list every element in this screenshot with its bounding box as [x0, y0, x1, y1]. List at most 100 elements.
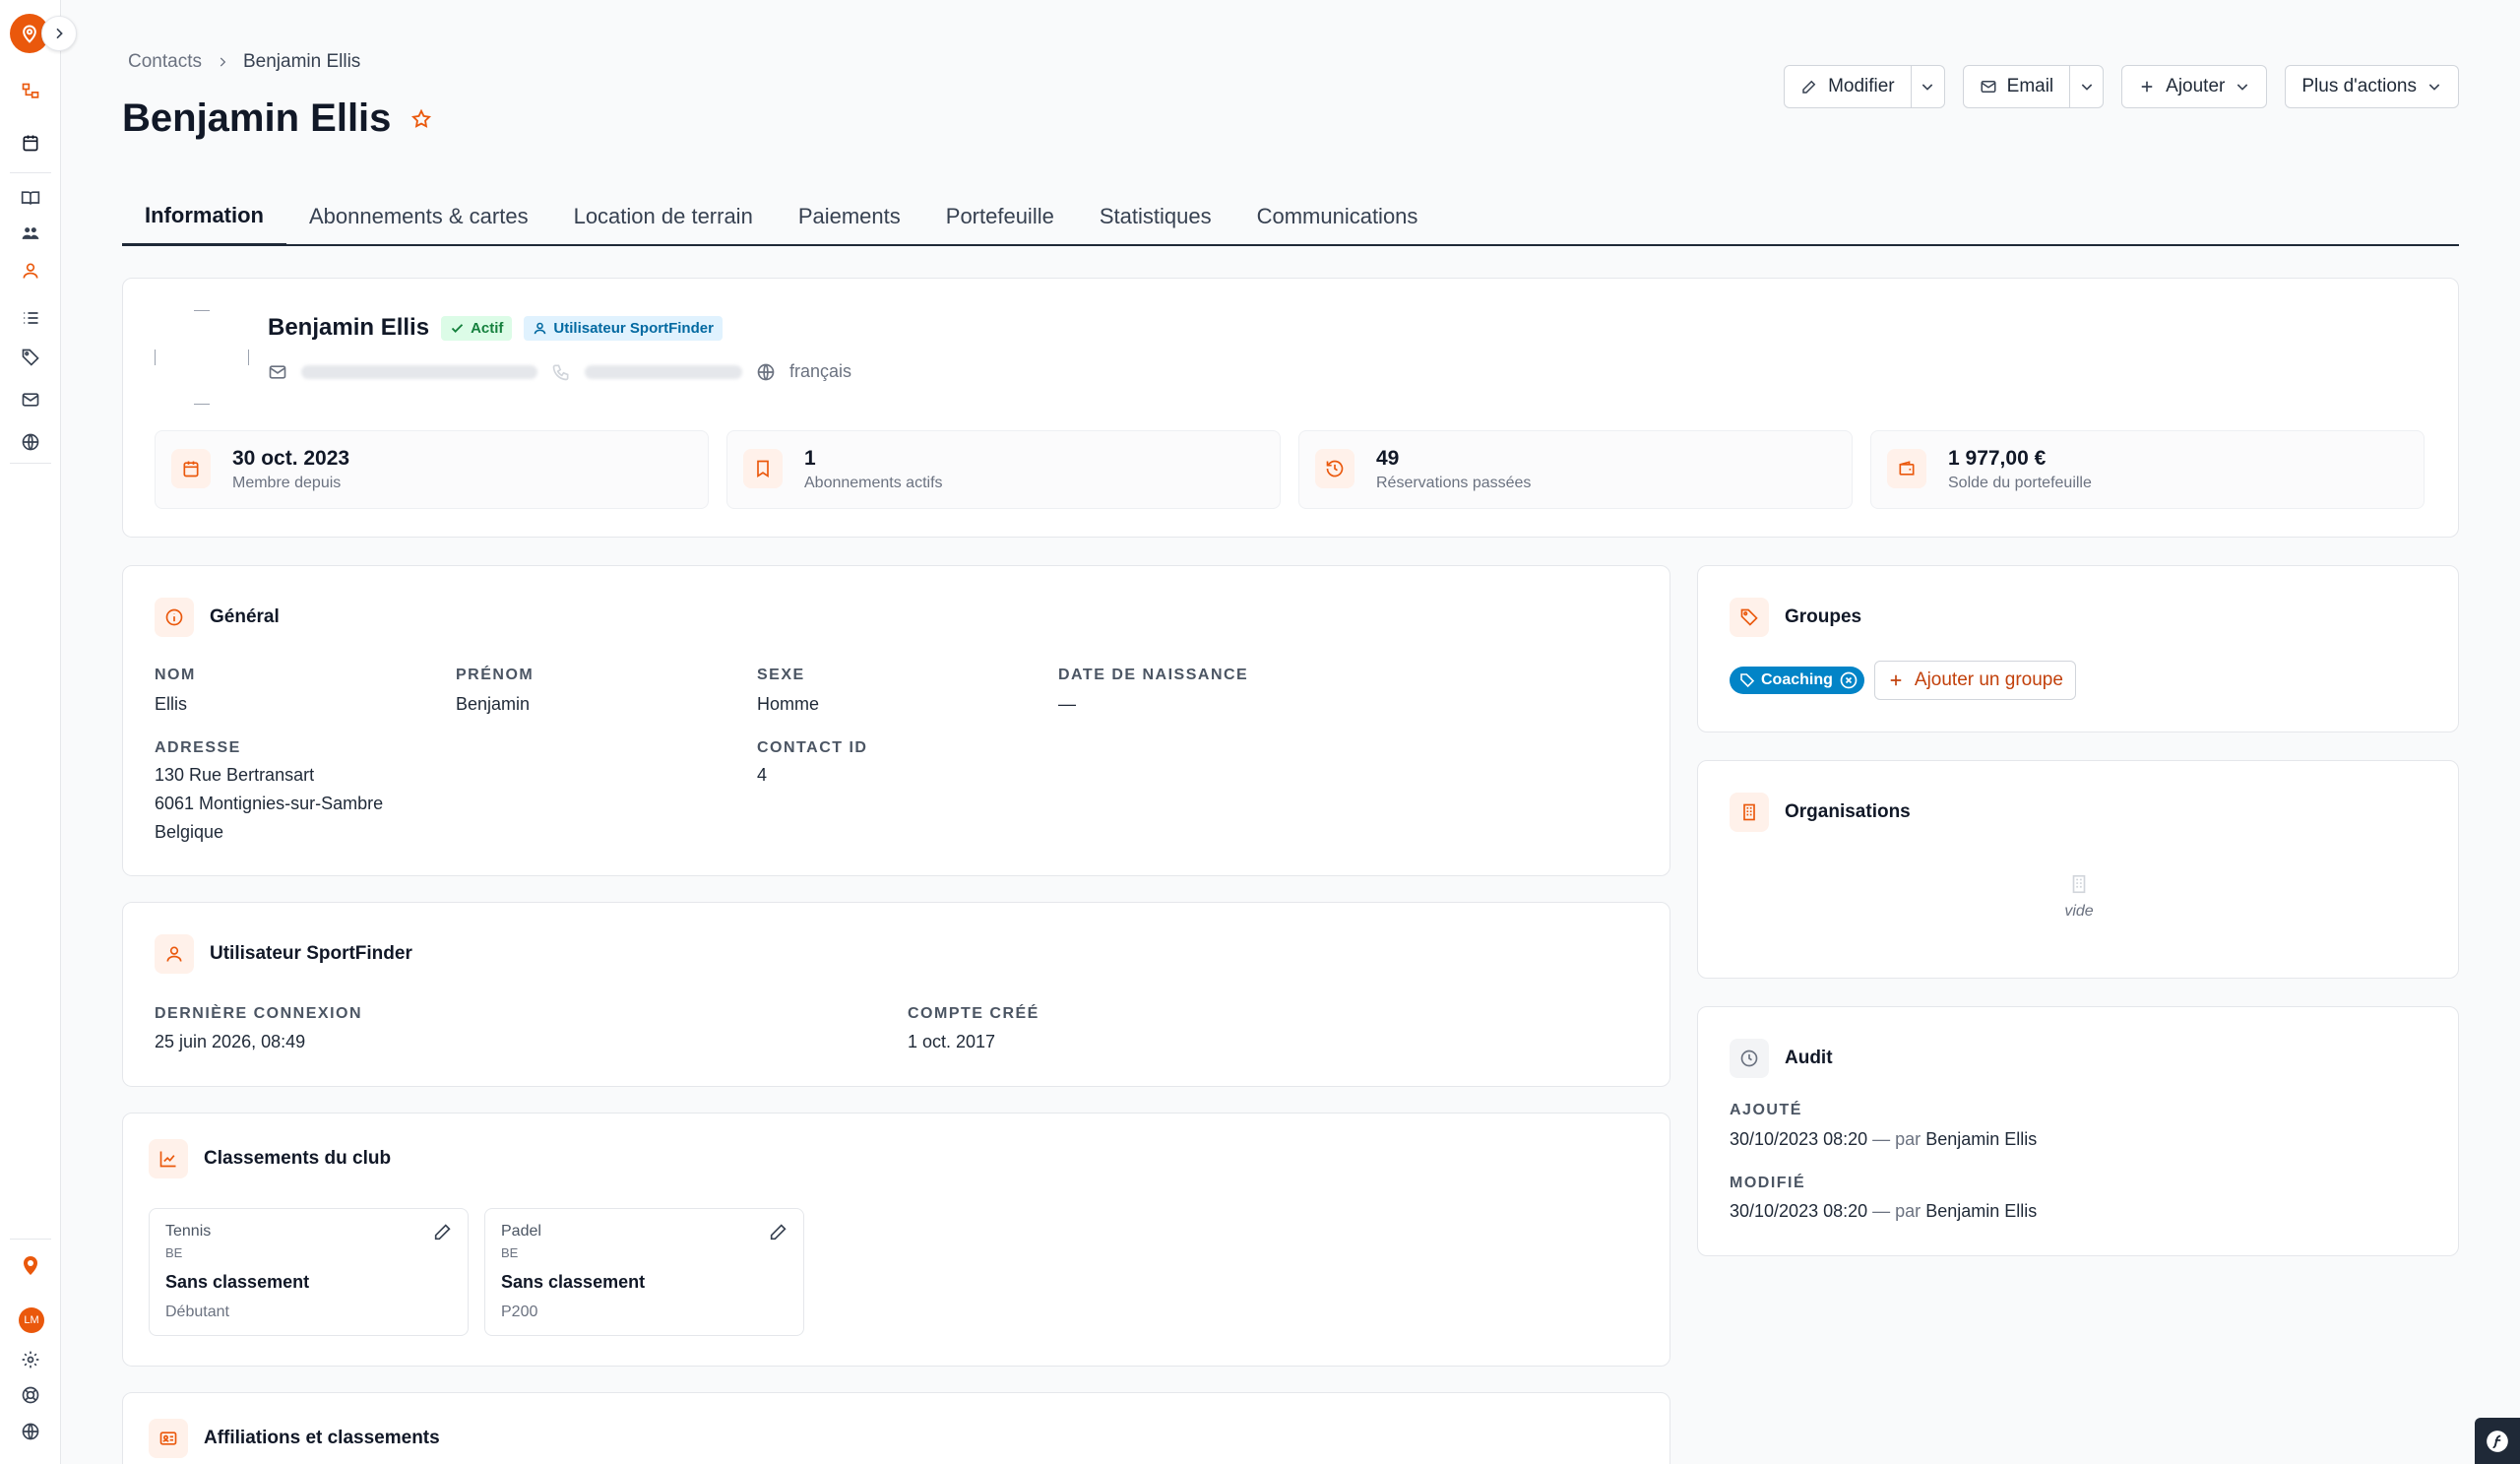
- ranking-country: BE: [165, 1245, 183, 1260]
- group-tag-label: Coaching: [1761, 671, 1833, 688]
- sidebar-item-settings[interactable]: [18, 1347, 43, 1372]
- sidebar-item-book[interactable]: [18, 185, 43, 211]
- sidebar-item-structure[interactable]: [18, 79, 43, 104]
- field-value-address-line2: 6061 Montignies-sur-Sambre: [155, 794, 384, 813]
- tab-information[interactable]: Information: [122, 187, 286, 246]
- card-title: Affiliations et classements: [204, 1428, 440, 1448]
- email-button[interactable]: Email: [1964, 66, 2070, 107]
- card-title: Classements du club: [204, 1148, 392, 1169]
- tab-subscriptions[interactable]: Abonnements & cartes: [286, 187, 551, 246]
- chevron-down-icon: [2237, 84, 2248, 91]
- stat-icon-box: [1315, 449, 1354, 488]
- user-avatar[interactable]: LM: [19, 1307, 44, 1333]
- header-actions: Modifier Email Ajouter Plus d'actions: [1784, 65, 2459, 108]
- tab-communications[interactable]: Communications: [1234, 187, 1441, 246]
- field-label-modified: MODIFIÉ: [1730, 1175, 1806, 1191]
- email-redacted[interactable]: [301, 364, 537, 379]
- chevron-right-icon: [56, 28, 63, 39]
- add-button-label: Ajouter: [2166, 76, 2226, 96]
- phone-redacted[interactable]: [585, 364, 742, 379]
- email-dropdown-toggle[interactable]: [2069, 66, 2103, 107]
- card-header: Utilisateur SportFinder: [155, 934, 412, 974]
- sidebar-item-teams[interactable]: [18, 221, 43, 246]
- sidebar-item-help[interactable]: [18, 1382, 43, 1408]
- card-icon-box: [149, 1419, 188, 1458]
- audit-modified-by-prefix: — par: [1872, 1201, 1922, 1221]
- field-value-account-created: 1 oct. 2017: [908, 1032, 996, 1051]
- add-button[interactable]: Ajouter: [2122, 66, 2266, 107]
- stat-active-subscriptions: 1 Abonnements actifs: [726, 430, 1281, 509]
- check-icon: [451, 323, 464, 333]
- sidebar-item-tags[interactable]: [18, 345, 43, 370]
- tab-wallet[interactable]: Portefeuille: [923, 187, 1077, 246]
- card-icon-box: [1730, 793, 1769, 832]
- edit-ranking-button[interactable]: [432, 1221, 454, 1247]
- sidebar-item-web[interactable]: [18, 429, 43, 455]
- sidebar-item-language[interactable]: [18, 1419, 43, 1444]
- clock-icon: [1740, 1050, 1758, 1067]
- field-value-sexe: Homme: [757, 694, 820, 714]
- field-label-prenom: PRÉNOM: [456, 667, 535, 683]
- stat-value: 49: [1376, 447, 1400, 470]
- audit-modified-by[interactable]: Benjamin Ellis: [1925, 1201, 2037, 1221]
- audit-added-by[interactable]: Benjamin Ellis: [1925, 1129, 2037, 1149]
- sidebar-item-list[interactable]: [18, 305, 43, 331]
- field-label-birthdate: DATE DE NAISSANCE: [1058, 667, 1249, 683]
- sidebar-item-mail[interactable]: [18, 387, 43, 413]
- add-group-button[interactable]: Ajouter un groupe: [1873, 661, 2076, 700]
- card-icon-box: [155, 598, 194, 637]
- profile-photo[interactable]: [155, 310, 249, 405]
- card-header: Classements du club: [149, 1139, 391, 1178]
- ranking-card-padel: Padel BE Sans classement P200: [484, 1208, 804, 1336]
- card-header: Groupes: [1730, 598, 1861, 637]
- symfony-toolbar-toggle[interactable]: [2475, 1418, 2520, 1464]
- chevron-right-icon: [220, 57, 226, 67]
- sidebar-item-contacts[interactable]: [18, 258, 43, 284]
- stat-icon-box: [171, 449, 211, 488]
- plus-icon: [2141, 81, 2153, 93]
- card-icon-box: [1730, 598, 1769, 637]
- edit-button-label: Modifier: [1828, 76, 1895, 96]
- building-icon: [2072, 874, 2086, 894]
- sidebar-divider: [10, 1239, 51, 1240]
- breadcrumb: Contacts Benjamin Ellis: [128, 51, 360, 73]
- edit-dropdown-toggle[interactable]: [1910, 66, 1944, 107]
- sportfinder-badge: Utilisateur SportFinder: [524, 315, 723, 341]
- tag-icon: [1740, 673, 1755, 688]
- field-label-account-created: COMPTE CRÉÉ: [908, 1005, 1040, 1022]
- remove-circle-icon[interactable]: [1839, 670, 1858, 690]
- card-header: Affiliations et classements: [149, 1419, 440, 1458]
- field-value-address-line3: Belgique: [155, 822, 224, 842]
- stat-value: 30 oct. 2023: [232, 447, 350, 470]
- stat-past-bookings: 49 Réservations passées: [1298, 430, 1853, 509]
- card-title: Organisations: [1785, 801, 1911, 822]
- stat-label: Membre depuis: [232, 475, 342, 491]
- sidebar-item-calendar[interactable]: [18, 130, 43, 156]
- star-icon[interactable]: [410, 108, 432, 130]
- tab-payments[interactable]: Paiements: [776, 187, 923, 246]
- audit-card: Audit AJOUTÉ 30/10/2023 08:20 — par Benj…: [1697, 1006, 2459, 1256]
- groups-card: Groupes Coaching Ajouter un groupe: [1697, 565, 2459, 732]
- audit-added-by-prefix: — par: [1872, 1129, 1922, 1149]
- add-button-group: Ajouter: [2121, 65, 2268, 108]
- tab-statistics[interactable]: Statistiques: [1077, 187, 1234, 246]
- tab-court-rental[interactable]: Location de terrain: [551, 187, 776, 246]
- status-badge-label: Actif: [471, 319, 504, 337]
- sidebar-club-logo[interactable]: [18, 1252, 43, 1278]
- field-value-nom: Ellis: [155, 694, 188, 714]
- gear-icon: [22, 1351, 39, 1369]
- stat-label: Réservations passées: [1376, 475, 1532, 491]
- more-actions-button[interactable]: Plus d'actions: [2286, 66, 2458, 107]
- map-pin-icon: [24, 1256, 37, 1275]
- ranking-level: P200: [501, 1304, 538, 1320]
- organisations-empty-state: vide: [1698, 873, 2460, 921]
- profile-language: français: [789, 361, 852, 381]
- plus-icon: [1890, 674, 1902, 686]
- edit-button[interactable]: Modifier: [1785, 66, 1911, 107]
- breadcrumb-contacts-link[interactable]: Contacts: [128, 51, 202, 73]
- sidebar-collapse-button[interactable]: [41, 16, 77, 51]
- profile-name: Benjamin Ellis: [268, 314, 430, 341]
- organisations-empty-text: vide: [2064, 903, 2094, 920]
- ranking-sport: Padel: [501, 1223, 541, 1240]
- edit-ranking-button[interactable]: [768, 1221, 789, 1247]
